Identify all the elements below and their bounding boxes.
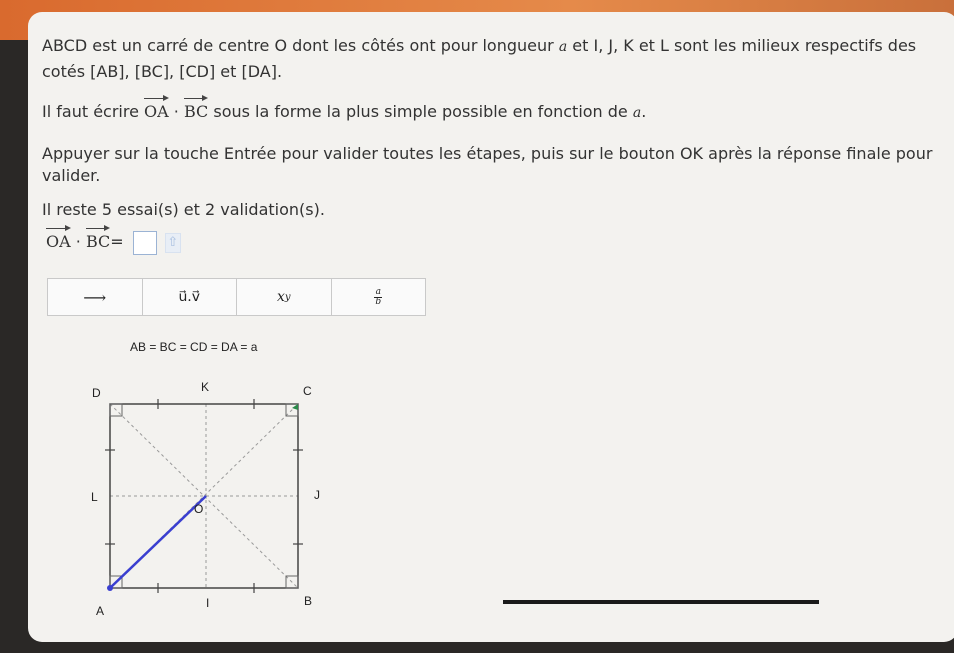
power-button[interactable]: xy xyxy=(237,279,332,315)
answer-vector-oa: OA xyxy=(46,225,71,251)
vector-oa: OA xyxy=(144,95,169,121)
point-a xyxy=(107,585,113,591)
label-k: K xyxy=(201,380,210,394)
answer-vector-bc: BC xyxy=(85,225,111,251)
label-a: A xyxy=(96,604,105,618)
label-j: J xyxy=(314,488,320,502)
math-toolbar: ⟶ u⃗.v⃗ xy a b xyxy=(47,278,426,316)
problem-line-3: Il faut écrire OA · BC sous la forme la … xyxy=(42,95,646,121)
vector-arrow-button[interactable]: ⟶ xyxy=(48,279,143,315)
segment-ao xyxy=(109,495,207,589)
label-o: O xyxy=(194,502,204,516)
problem-line-5: valider. xyxy=(42,166,101,185)
side-equality: AB = BC = CD = DA = a xyxy=(130,340,258,354)
bottom-bar xyxy=(503,600,819,604)
corner-c-accent xyxy=(292,404,298,410)
label-b: B xyxy=(304,594,313,608)
label-i: I xyxy=(206,596,210,610)
arrow-up-icon[interactable]: ⇧ xyxy=(164,232,181,253)
label-d: D xyxy=(92,386,101,400)
square-figure xyxy=(105,399,303,593)
fraction-button[interactable]: a b xyxy=(332,279,426,315)
label-c: C xyxy=(303,384,312,398)
answer-input[interactable] xyxy=(132,230,157,255)
vector-bc: BC xyxy=(183,95,209,121)
dot-product-button[interactable]: u⃗.v⃗ xyxy=(143,279,237,315)
label-l: L xyxy=(91,490,98,504)
problem-line-1: ABCD est un carré de centre O dont les c… xyxy=(42,36,917,55)
problem-line-4: Appuyer sur la touche Entrée pour valide… xyxy=(42,144,933,163)
answer-row: OA · BC= ⇧ xyxy=(46,225,181,255)
attempts-remaining: Il reste 5 essai(s) et 2 validation(s). xyxy=(42,200,325,219)
problem-line-2: cotés [AB], [BC], [CD] et [DA]. xyxy=(42,62,283,81)
